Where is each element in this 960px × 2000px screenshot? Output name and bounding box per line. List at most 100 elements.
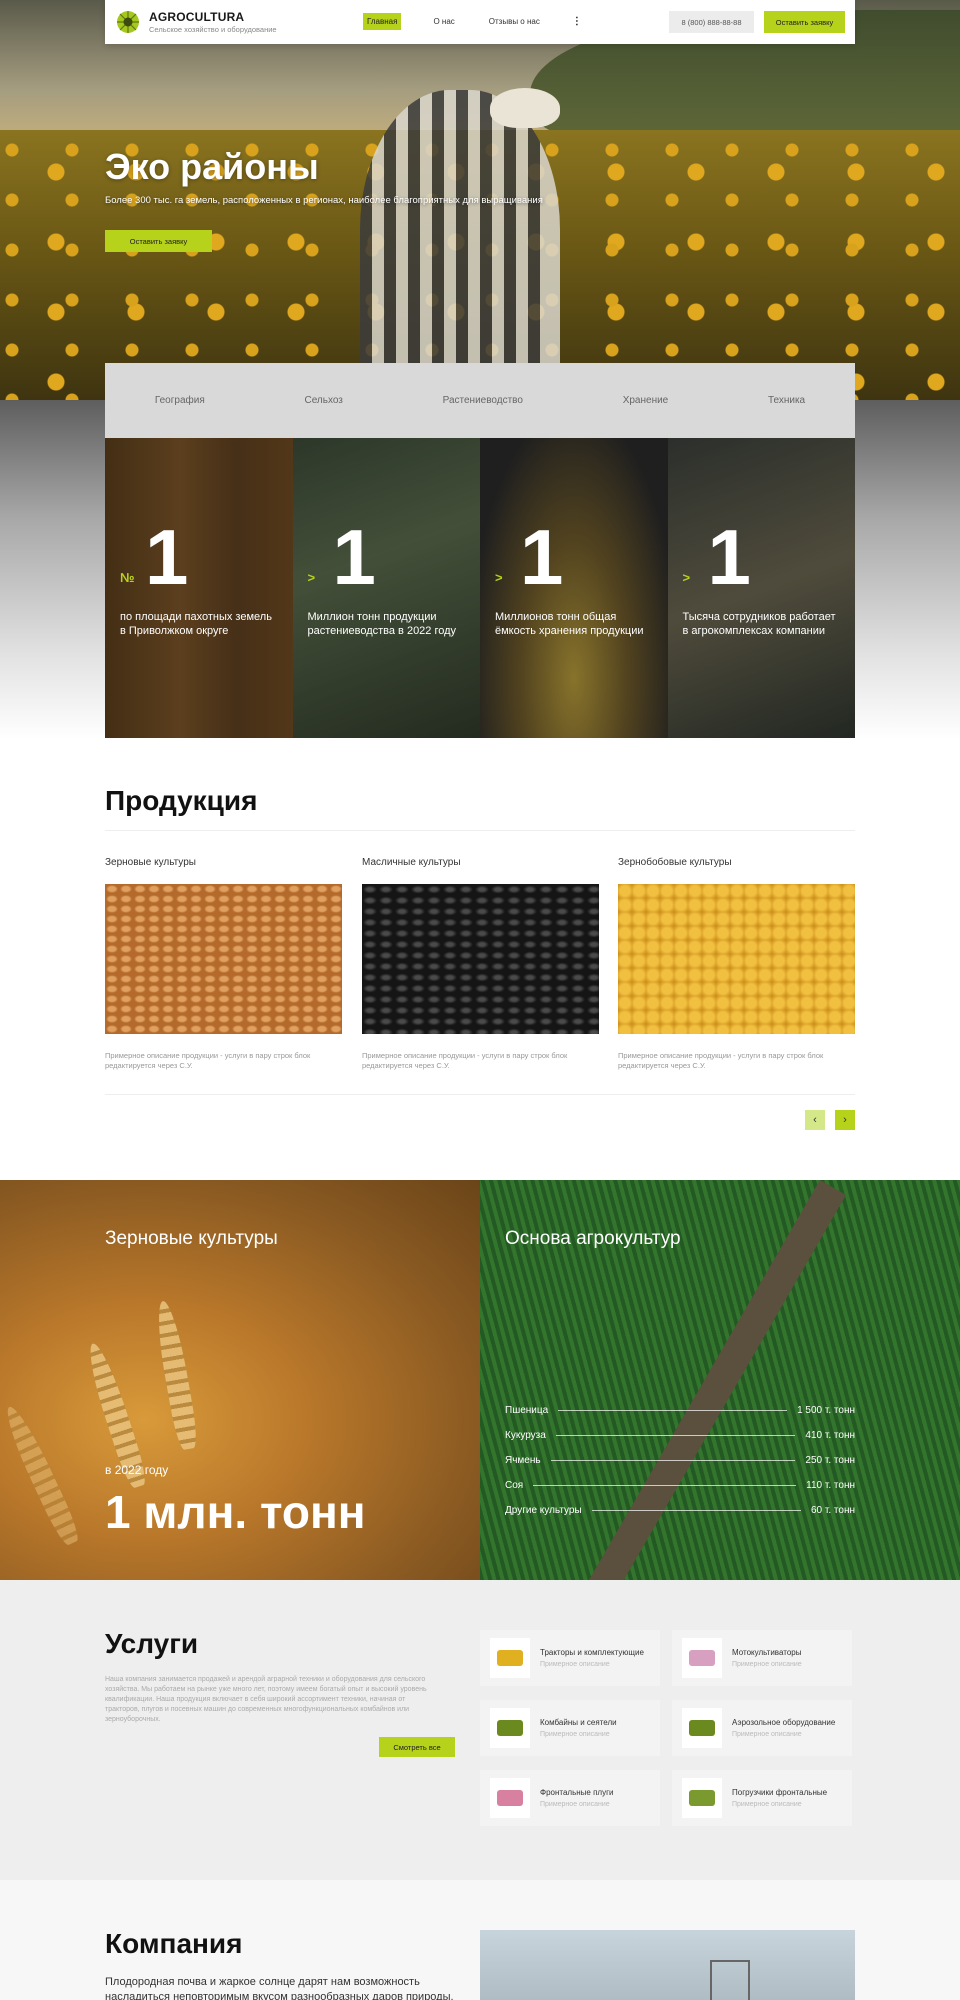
cultivator-icon-shape	[689, 1650, 715, 1666]
harvest-crop: Ячмень	[505, 1454, 541, 1466]
loader-icon-shape	[689, 1790, 715, 1806]
nav-item-reviews[interactable]: Отзывы о нас	[487, 13, 542, 30]
stat-shade	[480, 438, 668, 738]
nav-item-about[interactable]: О нас	[431, 13, 456, 30]
service-card[interactable]: Погрузчики фронтальные Примерное описани…	[672, 1770, 852, 1826]
logo-text[interactable]: AGROCULTURA Сельское хозяйство и оборудо…	[149, 10, 277, 34]
sunflower-logo-icon[interactable]	[115, 9, 141, 35]
stat-number: 1	[145, 513, 189, 601]
hero-person	[360, 90, 560, 400]
products-bottom-divider	[105, 1094, 855, 1095]
service-card[interactable]: Аэрозольное оборудование Примерное описа…	[672, 1700, 852, 1756]
stat-number: 1	[520, 513, 564, 601]
stat-shade	[292, 438, 480, 738]
plow-icon-shape	[497, 1790, 523, 1806]
company-text: Плодородная почва и жаркое солнце дарят …	[105, 1976, 454, 2000]
service-card[interactable]: Фронтальные плуги Примерное описание	[480, 1770, 660, 1826]
carousel-next-button[interactable]: ›	[835, 1110, 855, 1130]
harvest-row: Кукуруза 410 т. тонн	[505, 1428, 855, 1442]
combine-icon	[490, 1708, 530, 1748]
wheat-ear	[152, 1299, 200, 1451]
site-header: AGROCULTURA Сельское хозяйство и оборудо…	[105, 0, 855, 44]
harvest-value: 110 т. тонн	[806, 1479, 855, 1491]
hero-child-hat	[490, 88, 560, 128]
stat-shade	[105, 438, 293, 738]
main-nav: Главная О нас Отзывы о нас ⋮	[363, 13, 582, 30]
tractor-icon-shape	[497, 1650, 523, 1666]
stat-number: 1	[332, 513, 376, 601]
service-card[interactable]: Мотокультиваторы Примерное описание	[672, 1630, 852, 1686]
product-image-oilseed[interactable]	[362, 884, 599, 1034]
service-name: Тракторы и комплектующие	[540, 1648, 644, 1657]
header-request-button[interactable]: Оставить заявку	[764, 11, 845, 33]
harvest-line	[533, 1484, 797, 1486]
stat-card: 1 > Миллион тонн продукции растениеводст…	[292, 438, 480, 738]
stat-card: 1 > Миллионов тонн общая ёмкость хранени…	[480, 438, 668, 738]
logo-subtitle: Сельское хозяйство и оборудование	[149, 25, 277, 34]
service-text: Тракторы и комплектующие Примерное описа…	[540, 1648, 644, 1668]
sprayer-icon	[682, 1708, 722, 1748]
tab-geography[interactable]: География	[155, 395, 205, 406]
hero-title: Эко районы	[105, 146, 319, 187]
stats-grid: 1 № по площади пахотных земель в Приволж…	[105, 438, 855, 738]
tab-agriculture[interactable]: Сельхоз	[304, 395, 342, 406]
harvest-crop: Соя	[505, 1479, 524, 1491]
view-all-button[interactable]: Смотреть все	[379, 1737, 455, 1757]
sprayer-icon-shape	[689, 1720, 715, 1736]
product-image-grain[interactable]	[105, 884, 342, 1034]
stat-text: по площади пахотных земель в Приволжком …	[120, 611, 272, 637]
phone-button[interactable]: 8 (800) 888-88-88	[669, 11, 754, 33]
agro-basis-title: Основа агрокультур	[505, 1228, 681, 1249]
service-sub: Примерное описание	[540, 1661, 610, 1668]
service-text: Аэрозольное оборудование Примерное описа…	[732, 1718, 835, 1738]
hero-request-button[interactable]: Оставить заявку	[105, 230, 212, 252]
hero-subtitle: Более 300 тыс. га земель, расположенных …	[105, 195, 543, 206]
service-name: Погрузчики фронтальные	[732, 1788, 828, 1797]
service-name: Фронтальные плуги	[540, 1788, 614, 1797]
product-title[interactable]: Зернобобовые культуры	[618, 857, 732, 868]
nav-item-home[interactable]: Главная	[363, 13, 402, 30]
tab-storage[interactable]: Хранение	[623, 395, 669, 406]
harvest-line	[591, 1509, 801, 1511]
service-name: Комбайны и сеятели	[540, 1718, 617, 1727]
grain-year: в 2022 году	[105, 1463, 169, 1477]
harvest-value: 1 500 т. тонн	[797, 1404, 855, 1416]
harvest-line	[558, 1409, 788, 1411]
stat-text: Миллионов тонн общая ёмкость хранения пр…	[495, 611, 644, 637]
services-description: Наша компания занимается продажей и арен…	[105, 1676, 427, 1723]
products-divider	[105, 830, 855, 831]
service-name: Аэрозольное оборудование	[732, 1718, 836, 1727]
service-text: Фронтальные плуги Примерное описание	[540, 1788, 613, 1808]
stat-number: 1	[707, 513, 751, 601]
stat-prefix: №	[120, 570, 135, 585]
product-description: Примерное описание продукции - услуги в …	[105, 1051, 311, 1070]
product-title[interactable]: Зерновые культуры	[105, 857, 196, 868]
service-sub: Примерное описание	[732, 1661, 802, 1668]
harvest-value: 250 т. тонн	[805, 1454, 855, 1466]
product-title[interactable]: Масличные культуры	[362, 857, 461, 868]
service-name: Мотокультиваторы	[732, 1648, 802, 1657]
harvest-row: Соя 110 т. тонн	[505, 1478, 855, 1492]
harvest-crop: Кукуруза	[505, 1429, 546, 1441]
service-text: Мотокультиваторы Примерное описание	[732, 1648, 802, 1668]
service-text: Комбайны и сеятели Примерное описание	[540, 1718, 617, 1738]
more-menu-icon[interactable]: ⋮	[572, 16, 582, 27]
service-card[interactable]: Комбайны и сеятели Примерное описание	[480, 1700, 660, 1756]
tab-crop-production[interactable]: Растениеводство	[443, 395, 523, 406]
company-image	[480, 1930, 855, 2000]
services-title: Услуги	[105, 1628, 199, 1659]
harvest-value: 60 т. тонн	[810, 1504, 855, 1516]
tractor-icon	[490, 1638, 530, 1678]
combine-icon-shape	[497, 1720, 523, 1736]
wheat-ear	[0, 1402, 83, 1548]
grain-volume: 1 млн. тонн	[105, 1486, 366, 1538]
company-title: Компания	[105, 1928, 243, 1959]
service-sub: Примерное описание	[540, 1801, 610, 1808]
service-card[interactable]: Тракторы и комплектующие Примерное описа…	[480, 1630, 660, 1686]
harvest-line	[555, 1434, 796, 1436]
carousel-prev-button[interactable]: ‹	[805, 1110, 825, 1130]
product-description: Примерное описание продукции - услуги в …	[618, 1051, 824, 1070]
harvest-line	[550, 1459, 796, 1461]
product-image-legumes[interactable]	[618, 884, 855, 1034]
tab-machinery[interactable]: Техника	[768, 395, 805, 406]
